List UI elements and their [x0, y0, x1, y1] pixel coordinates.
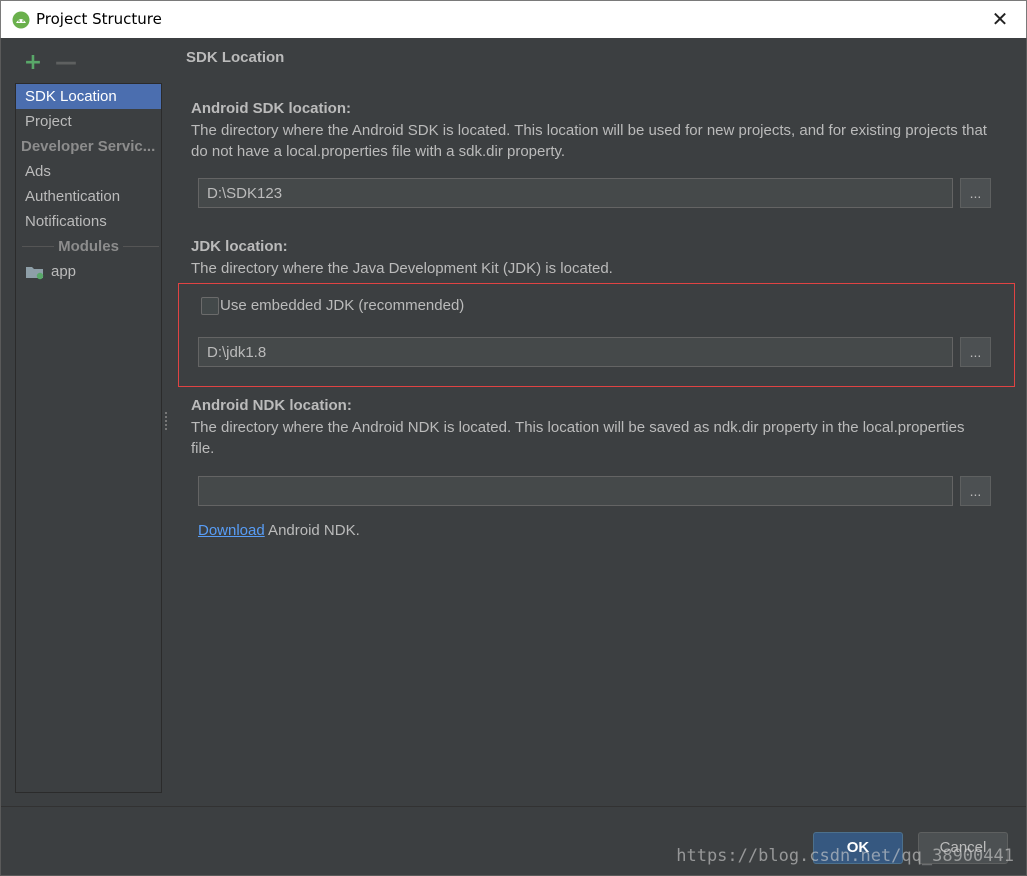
- sidebar-header-developer-services: Developer Servic...: [21, 138, 156, 155]
- ndk-browse-button[interactable]: ...: [960, 476, 991, 506]
- sidebar-item-sdk-location[interactable]: SDK Location: [16, 84, 161, 109]
- jdk-path-input[interactable]: [198, 337, 953, 367]
- jdk-browse-button[interactable]: ...: [960, 337, 991, 367]
- window-title: Project Structure: [36, 10, 162, 28]
- ndk-label: Android NDK location:: [191, 397, 352, 414]
- sidebar-item-notifications[interactable]: Notifications: [16, 209, 161, 234]
- embedded-jdk-checkbox[interactable]: [201, 297, 219, 315]
- dialog-body: + — SDK Location Project Developer Servi…: [0, 38, 1027, 876]
- section-title: SDK Location: [186, 49, 285, 66]
- download-ndk-suffix: Android NDK.: [264, 522, 360, 539]
- android-sdk-description: The directory where the Android SDK is l…: [191, 122, 987, 160]
- ndk-description: The directory where the Android NDK is l…: [191, 419, 965, 457]
- splitter-handle[interactable]: [164, 410, 168, 430]
- sidebar: SDK Location Project Developer Servic...…: [15, 83, 162, 793]
- ndk-path-input[interactable]: [198, 476, 953, 506]
- android-sdk-browse-button[interactable]: ...: [960, 178, 991, 208]
- add-icon[interactable]: +: [23, 52, 43, 74]
- embedded-jdk-label[interactable]: Use embedded JDK (recommended): [220, 297, 464, 314]
- jdk-description: The directory where the Java Development…: [191, 260, 613, 277]
- modules-label: Modules: [55, 238, 122, 255]
- download-ndk-link[interactable]: Download: [198, 522, 265, 539]
- jdk-label: JDK location:: [191, 238, 288, 255]
- watermark: https://blog.csdn.net/qq_38900441: [676, 846, 1014, 866]
- close-icon[interactable]: ✕: [988, 7, 1012, 31]
- module-folder-icon: [26, 266, 44, 279]
- footer-divider: [1, 806, 1026, 807]
- download-ndk-row: Download Android NDK.: [198, 522, 360, 539]
- remove-icon[interactable]: —: [55, 52, 77, 74]
- sidebar-item-authentication[interactable]: Authentication: [16, 184, 161, 209]
- sidebar-item-ads[interactable]: Ads: [16, 159, 161, 184]
- module-label: app: [51, 263, 77, 280]
- android-studio-icon: [12, 11, 30, 29]
- sidebar-item-app[interactable]: app: [16, 259, 161, 284]
- sidebar-item-project[interactable]: Project: [16, 109, 161, 134]
- android-sdk-path-input[interactable]: [198, 178, 953, 208]
- title-bar: Project Structure ✕: [0, 0, 1027, 38]
- sidebar-header-modules: Modules: [16, 234, 161, 259]
- android-sdk-label: Android SDK location:: [191, 100, 351, 117]
